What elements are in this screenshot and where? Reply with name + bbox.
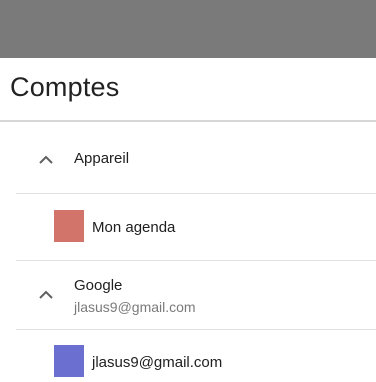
- account-group-header-appareil[interactable]: Appareil: [16, 124, 376, 192]
- account-name: Appareil: [74, 150, 130, 167]
- status-bar: [0, 0, 376, 58]
- chevron-up-icon[interactable]: [36, 285, 56, 305]
- calendar-label: jlasus9@gmail.com: [92, 354, 223, 371]
- account-email: jlasus9@gmail.com: [74, 299, 196, 315]
- calendar-color-swatch[interactable]: [54, 345, 84, 377]
- page-title: Comptes: [10, 72, 120, 102]
- chevron-up-icon[interactable]: [36, 150, 56, 170]
- calendar-item-google[interactable]: jlasus9@gmail.com: [16, 330, 376, 382]
- app-header: Comptes: [0, 58, 376, 122]
- account-name: Google: [74, 277, 123, 294]
- account-group-header-google[interactable]: Google jlasus9@gmail.com: [16, 261, 376, 329]
- calendar-item-mon-agenda[interactable]: Mon agenda: [16, 194, 376, 260]
- calendar-label: Mon agenda: [92, 219, 176, 236]
- calendar-accounts-screen: Comptes Appareil Mon agenda Google jlasu…: [0, 0, 376, 382]
- calendar-color-swatch[interactable]: [54, 210, 84, 242]
